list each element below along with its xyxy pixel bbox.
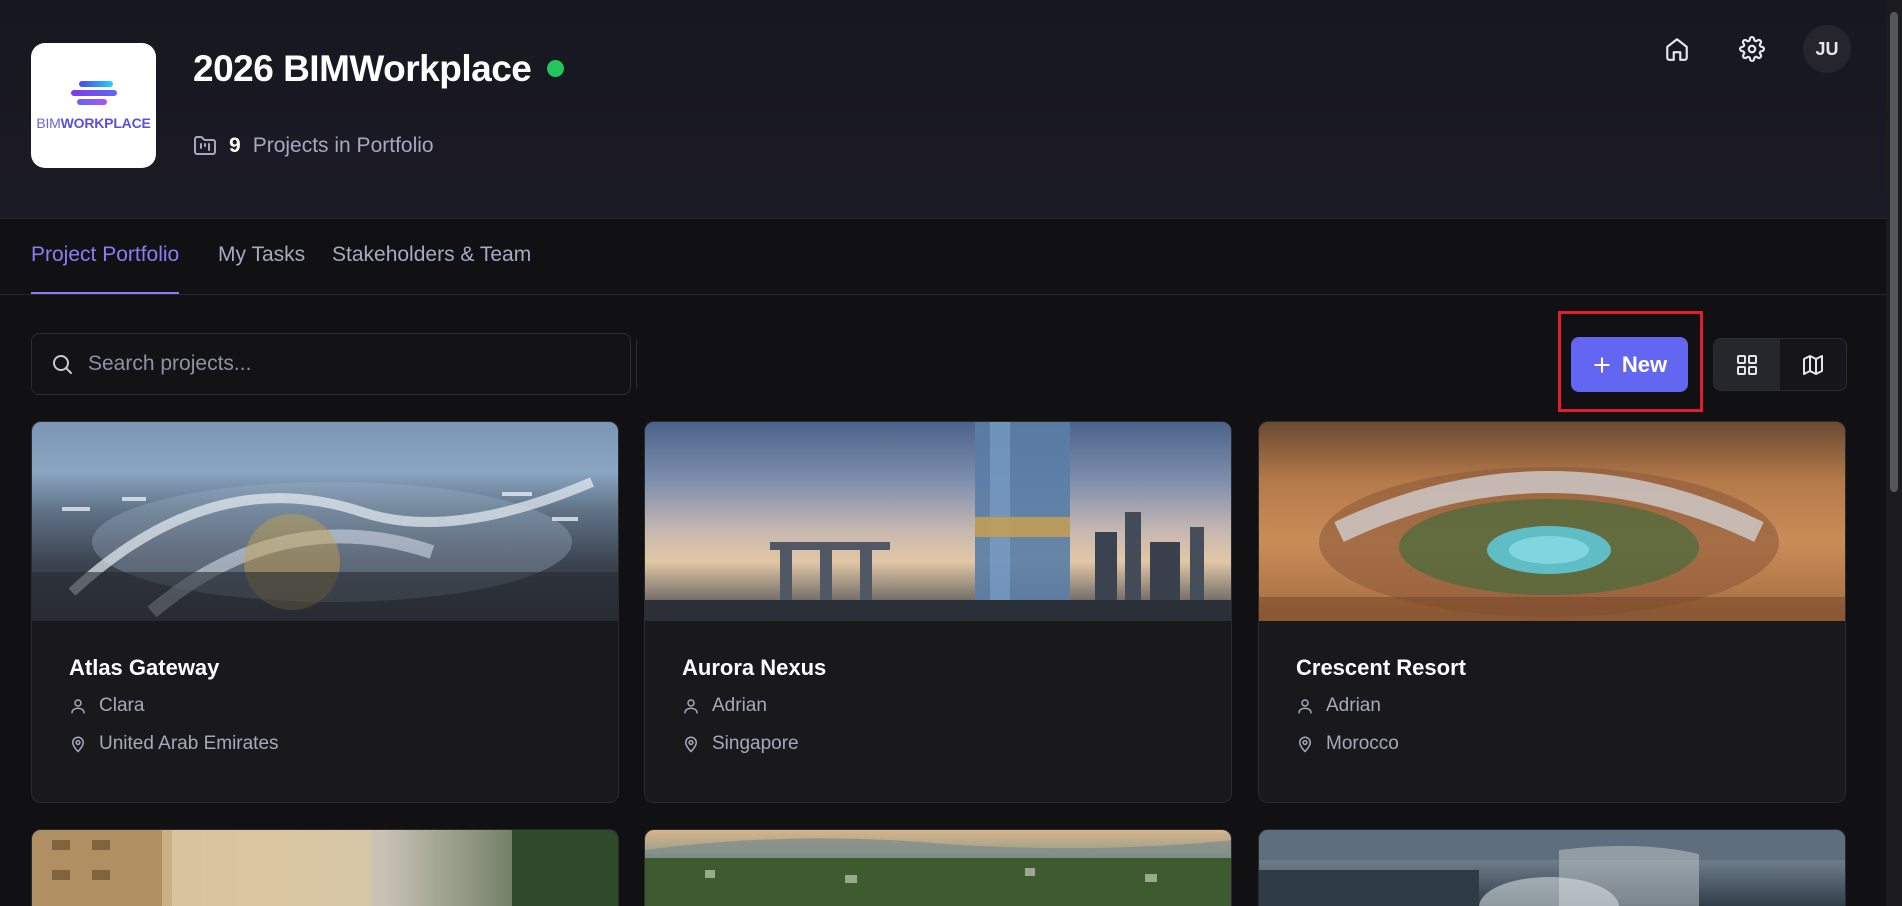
project-owner: Clara: [69, 695, 581, 717]
map-icon: [1803, 354, 1823, 375]
project-location: United Arab Emirates: [69, 733, 581, 755]
map-pin-icon: [1298, 736, 1312, 753]
project-name: Aurora Nexus: [682, 655, 827, 680]
project-image-aurora-nexus: [645, 422, 1231, 621]
project-card[interactable]: Crescent Resort Adrian Morocco: [1258, 421, 1846, 803]
project-owner: Adrian: [1296, 695, 1808, 717]
project-image-crescent-resort: [1259, 422, 1845, 621]
home-icon: [1666, 38, 1688, 61]
logo-text: BIMWORKPLACE: [36, 114, 151, 131]
project-image-5: [645, 830, 1231, 906]
grid-view-button[interactable]: [1714, 339, 1780, 390]
workspace-title: 2026 BIMWorkplace: [193, 48, 532, 89]
coastal-city-scene: [645, 838, 1231, 906]
project-count-label: Projects in Portfolio: [252, 134, 434, 157]
folder-kanban-icon: [194, 136, 216, 155]
project-owner: Adrian: [682, 695, 1194, 717]
user-icon: [684, 699, 698, 714]
tab-my-tasks[interactable]: My Tasks: [218, 243, 305, 292]
airport-scene: [32, 477, 618, 621]
map-pin-icon: [71, 736, 85, 753]
search-input[interactable]: [88, 352, 608, 376]
bimworkplace-logo: BIMWORKPLACE: [31, 43, 156, 168]
scrollbar-thumb[interactable]: [1890, 12, 1898, 492]
project-image-4: [32, 830, 618, 906]
plus-icon: [1594, 356, 1610, 373]
location-name: Morocco: [1326, 733, 1399, 754]
desert-resort-scene: [1259, 467, 1845, 621]
project-card[interactable]: Aurora Nexus Adrian Singapore: [644, 421, 1232, 803]
apartment-scene: [32, 830, 618, 906]
project-count-number: 9: [229, 134, 241, 157]
gear-icon: [1739, 36, 1765, 62]
project-count: 9 Projects in Portfolio: [193, 134, 434, 158]
page-scrollbar[interactable]: [1886, 0, 1902, 906]
tab-stakeholders-team[interactable]: Stakeholders & Team: [332, 243, 531, 292]
project-card[interactable]: Atlas Gateway Clara United Arab Emirates: [31, 421, 619, 803]
toolbar-divider: [636, 340, 637, 388]
page-header: BIMWORKPLACE 2026 BIMWorkplace 9 Project…: [0, 0, 1886, 219]
project-location: Singapore: [682, 733, 1194, 755]
project-name: Atlas Gateway: [69, 655, 220, 680]
settings-button[interactable]: [1728, 25, 1776, 73]
location-name: United Arab Emirates: [99, 733, 279, 754]
new-button-label: New: [1621, 351, 1668, 377]
map-view-button[interactable]: [1780, 339, 1846, 390]
new-project-button[interactable]: New: [1571, 337, 1688, 392]
search-box: [31, 333, 631, 395]
main-tabs: Project Portfolio My Tasks Stakeholders …: [0, 219, 1886, 295]
logo-mark-icon: [70, 80, 117, 107]
location-name: Singapore: [712, 733, 799, 754]
search-icon: [53, 355, 72, 374]
project-name: Crescent Resort: [1296, 655, 1466, 680]
user-icon: [1298, 699, 1312, 714]
project-location: Morocco: [1296, 733, 1808, 755]
user-icon: [71, 699, 85, 714]
project-image-atlas-gateway: [32, 422, 618, 621]
seaside-dome-scene: [1259, 830, 1845, 906]
owner-name: Clara: [99, 695, 145, 716]
map-pin-icon: [684, 736, 698, 753]
project-image-6: [1259, 830, 1845, 906]
project-card[interactable]: [1258, 829, 1846, 906]
owner-name: Adrian: [1326, 695, 1381, 716]
project-card[interactable]: [644, 829, 1232, 906]
online-status-dot: [547, 60, 564, 77]
city-skyline-scene: [645, 422, 1231, 621]
project-card[interactable]: [31, 829, 619, 906]
home-button[interactable]: [1653, 25, 1701, 73]
owner-name: Adrian: [712, 695, 767, 716]
user-avatar[interactable]: JU: [1803, 25, 1851, 73]
grid-icon: [1737, 354, 1757, 375]
view-toggle: [1713, 338, 1847, 391]
tab-project-portfolio[interactable]: Project Portfolio: [31, 243, 180, 294]
